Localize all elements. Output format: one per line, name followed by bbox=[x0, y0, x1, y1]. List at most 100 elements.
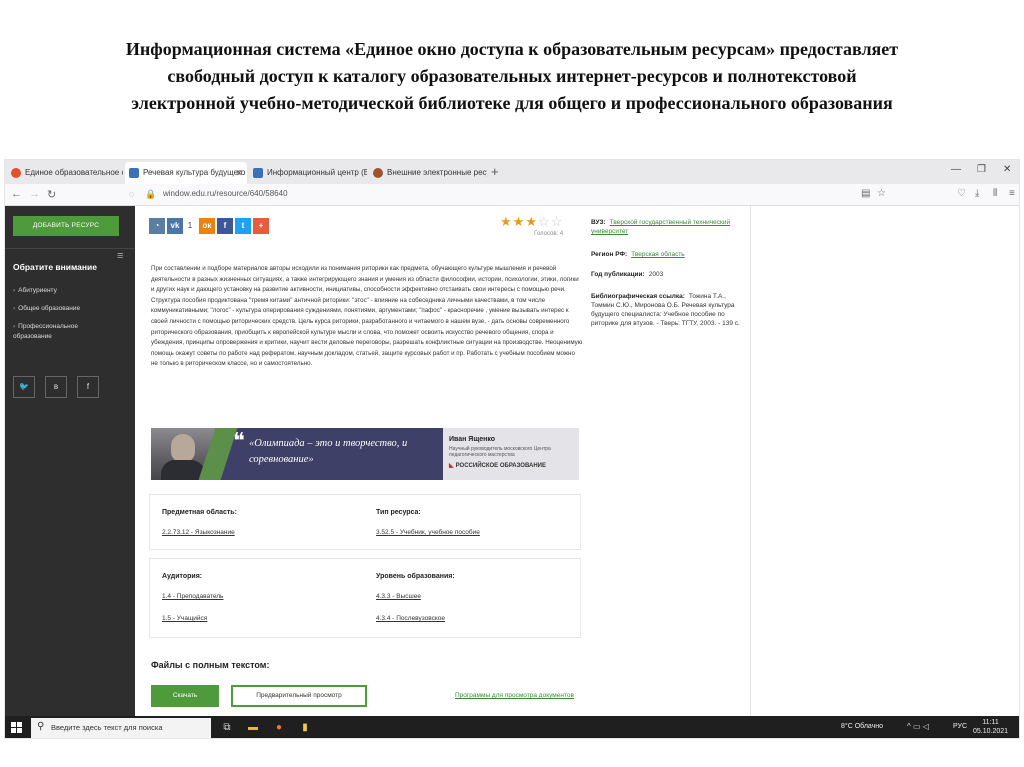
bullet-icon: › bbox=[13, 305, 16, 312]
sidebar-item-applicant[interactable]: › Абитуриенту bbox=[13, 286, 123, 296]
quote-author-name: Иван Ященко bbox=[449, 436, 496, 443]
viewer-programs-link[interactable]: Программы для просмотра документов bbox=[455, 692, 574, 699]
tab-label: Информационный центр (Ед bbox=[267, 168, 367, 177]
meta-label: Регион РФ: bbox=[591, 251, 628, 258]
tab-external-resources[interactable]: Внешние электронные ресур bbox=[369, 162, 487, 184]
new-tab-button[interactable]: + bbox=[491, 162, 499, 182]
heading-line: свободный доступ к каталогу образователь… bbox=[167, 66, 857, 86]
vuz-link[interactable]: Тверской государственный технический уни… bbox=[591, 219, 730, 235]
audience-link[interactable]: 1.5 - Учащийся bbox=[162, 615, 207, 622]
main-content: ◔ vk 1 ок f t + ★★★☆☆ Голосов: 4 При сос… bbox=[135, 206, 751, 716]
share-counter: 1 bbox=[185, 218, 195, 234]
site-favicon-icon bbox=[373, 168, 383, 178]
pocket-icon[interactable]: ♡ bbox=[957, 188, 966, 199]
resource-description: При составлении и подборе материалов авт… bbox=[151, 265, 583, 368]
network-icon[interactable]: ▭ bbox=[913, 722, 921, 731]
more-share-icon[interactable]: + bbox=[253, 218, 269, 234]
minimize-icon[interactable]: — bbox=[951, 164, 961, 175]
star-filled-icon[interactable]: ★ bbox=[513, 214, 526, 229]
tab-info-center[interactable]: Информационный центр (Ед bbox=[249, 162, 367, 184]
slide-heading: Информационная система «Единое окно дост… bbox=[0, 36, 1024, 117]
site-sidebar: ДОБАВИТЬ РЕСУРС ≡ Обратите внимание › Аби… bbox=[5, 206, 135, 716]
lock-icon[interactable]: 🔒 bbox=[145, 189, 156, 200]
rating-stars[interactable]: ★★★☆☆ bbox=[500, 214, 563, 230]
volume-icon[interactable]: ◁ bbox=[923, 722, 929, 731]
odnoklassniki-share-icon[interactable]: ок bbox=[199, 218, 215, 234]
chevron-up-icon[interactable]: ^ bbox=[907, 722, 911, 731]
hamburger-menu-icon[interactable]: ≡ bbox=[117, 250, 123, 262]
reload-icon[interactable]: ↻ bbox=[47, 188, 56, 201]
star-empty-icon[interactable]: ☆ bbox=[538, 214, 551, 229]
star-empty-icon[interactable]: ☆ bbox=[551, 214, 564, 229]
subject-box: Предметная область: 2.2.73.12 - Языкозна… bbox=[149, 494, 581, 550]
close-icon[interactable]: ✕ bbox=[1003, 164, 1011, 175]
twitter-share-icon[interactable]: t bbox=[235, 218, 251, 234]
facebook-social-icon[interactable]: f bbox=[77, 376, 99, 398]
file-explorer-icon[interactable]: ▬ bbox=[245, 720, 261, 736]
forward-icon[interactable]: → bbox=[29, 188, 40, 200]
preview-button[interactable]: Предварительный просмотр bbox=[231, 685, 367, 707]
meta-label: ВУЗ: bbox=[591, 219, 606, 226]
browser-screenshot: Единое образовательное окно Речевая куль… bbox=[4, 159, 1020, 739]
yandex-favicon-icon bbox=[11, 168, 21, 178]
download-button[interactable]: Скачать bbox=[151, 685, 219, 707]
search-placeholder: Введите здесь текст для поиска bbox=[51, 723, 163, 732]
subject-link[interactable]: 2.2.73.12 - Языкознание bbox=[162, 529, 235, 536]
quote-text: «Олимпиада – это и творчество, и соревно… bbox=[249, 438, 408, 465]
menu-icon[interactable]: ≡ bbox=[1009, 188, 1015, 199]
windows-start-icon[interactable] bbox=[11, 722, 23, 734]
language-indicator[interactable]: РУС bbox=[953, 723, 967, 730]
audience-link[interactable]: 1.4 - Преподаватель bbox=[162, 593, 223, 600]
education-level-label: Уровень образования: bbox=[376, 573, 455, 580]
twitter-social-icon[interactable]: 🐦 bbox=[13, 376, 35, 398]
close-tab-icon[interactable]: ✕ bbox=[235, 162, 243, 184]
meta-label: Библиографическая ссылка: bbox=[591, 293, 685, 300]
sidebar-item-professional-education[interactable]: › Профессиональное образование bbox=[13, 322, 93, 342]
meta-label: Год публикации: bbox=[591, 271, 645, 278]
sidebar-item-general-education[interactable]: › Общее образование bbox=[13, 304, 123, 314]
classmates-share-icon[interactable]: ◔ bbox=[149, 218, 165, 234]
education-level-link[interactable]: 4.3.3 - Высшее bbox=[376, 593, 421, 600]
meta-vuz: ВУЗ: Тверской государственный технический… bbox=[591, 218, 743, 236]
task-view-icon[interactable]: ⧉ bbox=[219, 720, 235, 736]
weather-widget[interactable]: 8°C Облачно bbox=[841, 723, 883, 730]
audience-box: Аудитория: 1.4 - Преподаватель 1.5 - Уча… bbox=[149, 558, 581, 638]
brand-logo: ◣ РОССИЙСКОЕ ОБРАЗОВАНИЕ bbox=[449, 462, 546, 469]
site-favicon-icon bbox=[129, 168, 139, 178]
reader-icon[interactable]: ▤ bbox=[861, 188, 870, 199]
firefox-icon[interactable]: ● bbox=[271, 720, 287, 736]
star-filled-icon[interactable]: ★ bbox=[525, 214, 538, 229]
region-link[interactable]: Тверская область bbox=[631, 251, 685, 258]
quote-banner[interactable]: ❝ «Олимпиада – это и творчество, и сорев… bbox=[151, 428, 579, 480]
brand-flag-icon: ◣ bbox=[449, 463, 454, 469]
facebook-share-icon[interactable]: f bbox=[217, 218, 233, 234]
taskbar-search[interactable]: ⚲ Введите здесь текст для поиска bbox=[31, 718, 211, 738]
sidebar-item-label: Общее образование bbox=[18, 305, 81, 312]
clock[interactable]: 11:11 05.10.2021 bbox=[973, 718, 1008, 736]
tab-label: Речевая культура будущего с bbox=[143, 168, 247, 177]
bookmark-star-icon[interactable]: ☆ bbox=[877, 188, 886, 199]
meta-bibliography: Библиографическая ссылка: Тожина Т.А., То… bbox=[591, 292, 743, 328]
meta-year: Год публикации: 2003 bbox=[591, 270, 743, 279]
url-field[interactable]: window.edu.ru/resource/640/58640 bbox=[163, 189, 288, 198]
navigation-bar: ← → ↻ ◌ 🔒 window.edu.ru/resource/640/586… bbox=[5, 184, 1019, 206]
quote-author-role: Научный руководитель московского Центра … bbox=[449, 446, 551, 458]
vk-social-icon[interactable]: в bbox=[45, 376, 67, 398]
tab-rechevaya-kultura[interactable]: Речевая культура будущего с ✕ bbox=[125, 162, 247, 184]
bullet-icon: › bbox=[13, 287, 16, 294]
resource-type-link[interactable]: 3.52.5 - Учебник, учебное пособие bbox=[376, 529, 480, 536]
tray-icons[interactable]: ^ ▭ ◁ bbox=[907, 722, 929, 731]
shield-icon[interactable]: ◌ bbox=[129, 189, 134, 199]
attention-title: Обратите внимание bbox=[13, 262, 97, 272]
heading-line: электронной учебно-методической библиоте… bbox=[131, 93, 893, 113]
vk-share-icon[interactable]: vk bbox=[167, 218, 183, 234]
star-filled-icon[interactable]: ★ bbox=[500, 214, 513, 229]
document-app-icon[interactable]: ▮ bbox=[297, 720, 313, 736]
maximize-icon[interactable]: ❐ bbox=[977, 164, 986, 175]
add-resource-button[interactable]: ДОБАВИТЬ РЕСУРС bbox=[13, 216, 119, 236]
tab-window-edu[interactable]: Единое образовательное окно bbox=[7, 162, 123, 184]
education-level-link[interactable]: 4.3.4 - Послевузовское bbox=[376, 615, 445, 622]
library-icon[interactable]: ⫴ bbox=[993, 188, 997, 199]
download-icon[interactable]: ⤓ bbox=[975, 188, 979, 199]
back-icon[interactable]: ← bbox=[11, 188, 22, 200]
